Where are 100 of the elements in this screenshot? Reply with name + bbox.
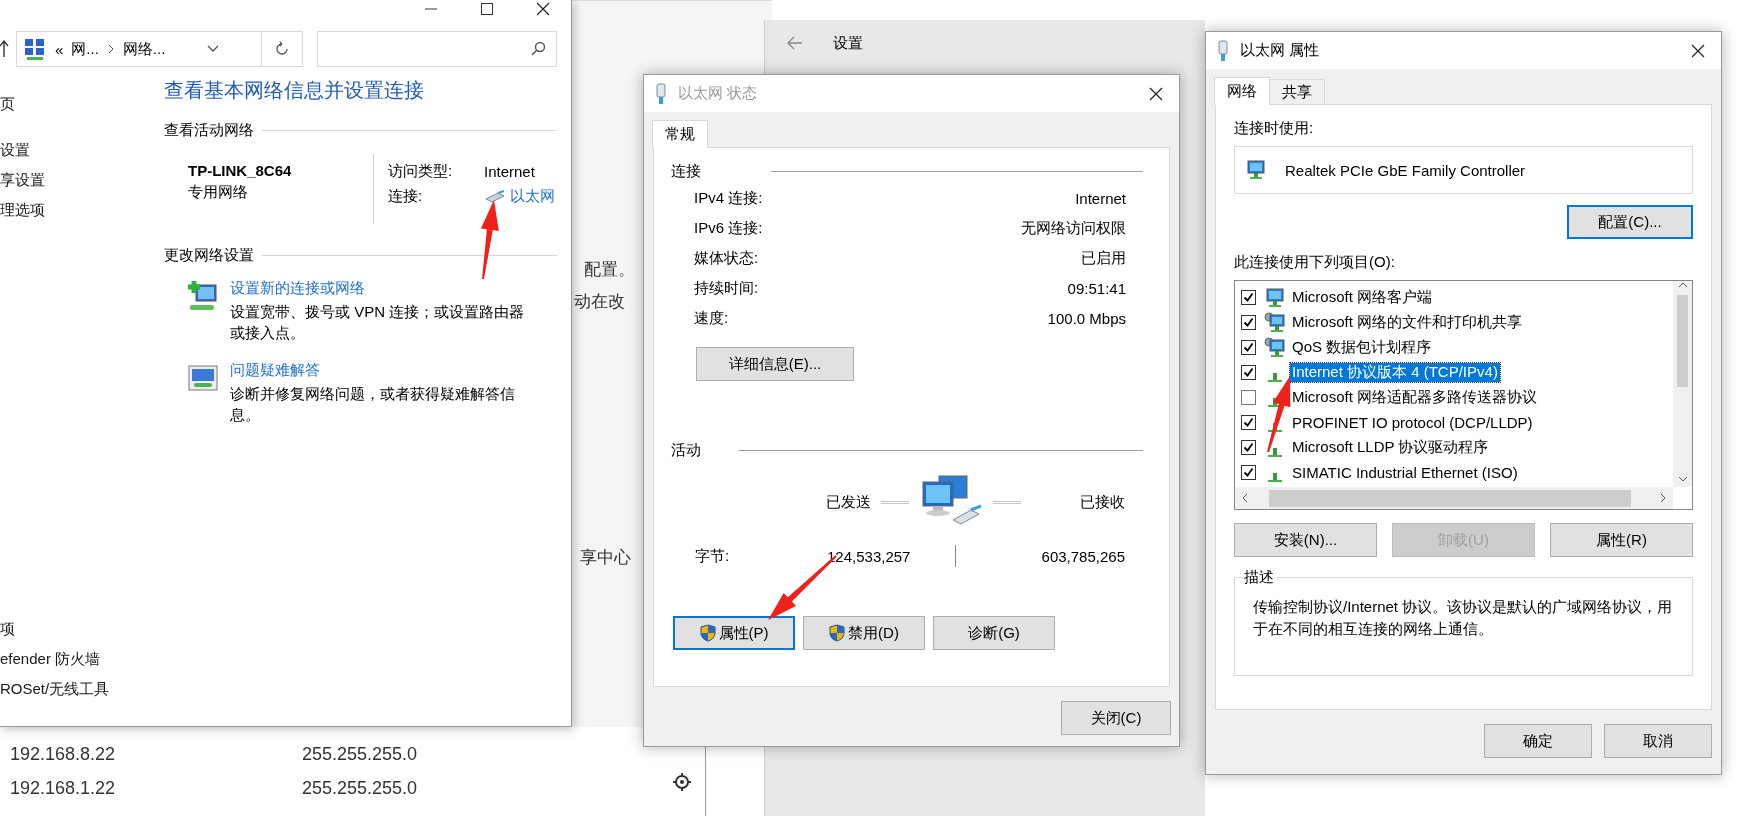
configure-button[interactable]: 配置(C)... xyxy=(1567,205,1693,239)
dialog-button[interactable]: 属性(P) xyxy=(673,616,795,650)
window-title: 以太网 状态 xyxy=(678,84,758,103)
chevron-right-icon xyxy=(106,43,115,55)
field-label: IPv6 连接: xyxy=(694,218,763,238)
horizontal-scrollbar[interactable] xyxy=(1235,487,1673,509)
task-description: 诊断并修复网络问题，或者获得疑难解答信息。 xyxy=(230,384,516,425)
checkbox[interactable] xyxy=(1241,440,1256,455)
field-value: 09:51:41 xyxy=(1067,279,1126,297)
field-label: 访问类型: xyxy=(388,162,454,181)
list-item[interactable]: Microsoft 网络客户端 xyxy=(1290,288,1434,307)
list-item[interactable]: PROFINET IO protocol (DCP/LLDP) xyxy=(1290,414,1535,431)
network-icon xyxy=(23,37,47,61)
ethernet-icon xyxy=(1216,39,1230,62)
sidebar-link[interactable]: 页 xyxy=(0,95,15,112)
checkbox[interactable] xyxy=(1241,340,1256,355)
list-item[interactable]: SIMATIC Industrial Ethernet (ISO) xyxy=(1290,464,1520,481)
list-item[interactable]: QoS 数据包计划程序 xyxy=(1290,338,1434,357)
adapter-icon xyxy=(1245,159,1267,181)
checkbox[interactable] xyxy=(1241,415,1256,430)
tab[interactable]: 常规 xyxy=(652,120,708,148)
close-icon[interactable] xyxy=(1149,86,1163,101)
search-icon xyxy=(530,41,546,57)
field-value: 已启用 xyxy=(1081,248,1126,268)
adapter-field: Realtek PCIe GbE Family Controller xyxy=(1234,146,1693,194)
checkbox[interactable] xyxy=(1241,315,1256,330)
table-cell: 192.168.8.22 xyxy=(10,743,116,765)
page-text: 配置。 xyxy=(584,259,635,281)
back-icon[interactable] xyxy=(787,36,803,50)
list-item[interactable]: Microsoft LLDP 协议驱动程序 xyxy=(1290,438,1491,457)
sidebar-link[interactable]: efender 防火墙 xyxy=(0,650,101,667)
dialog-button[interactable]: 禁用(D) xyxy=(803,616,925,650)
service-icon xyxy=(1264,311,1286,334)
list-item[interactable]: Microsoft 网络适配器多路传送器协议 xyxy=(1290,388,1539,407)
crosshair-icon[interactable] xyxy=(672,772,692,792)
field-label: 字节: xyxy=(695,546,730,564)
cancel-button[interactable]: 取消 xyxy=(1604,724,1712,758)
scroll-up-icon[interactable] xyxy=(1677,281,1688,289)
scroll-down-icon[interactable] xyxy=(1677,475,1688,483)
network-name: TP-LINK_8C64 xyxy=(188,162,292,179)
list-item[interactable]: Microsoft 网络的文件和打印机共享 xyxy=(1290,313,1524,332)
checkbox[interactable] xyxy=(1241,390,1256,405)
table-cell: 255.255.255.0 xyxy=(302,777,418,799)
field-label: 连接时使用: xyxy=(1234,119,1314,136)
field-value: 100.0 Mbps xyxy=(1047,309,1126,327)
connection-link[interactable]: 以太网 xyxy=(510,187,555,206)
received-label: 已接收 xyxy=(1080,492,1125,512)
maximize-icon[interactable] xyxy=(480,2,494,16)
field-label: 速度: xyxy=(694,308,729,328)
close-icon[interactable] xyxy=(1691,43,1705,58)
ok-button[interactable]: 确定 xyxy=(1484,724,1592,758)
field-label: 连接: xyxy=(388,187,424,206)
field-label: 持续时间: xyxy=(694,278,759,298)
scroll-right-icon[interactable] xyxy=(1659,493,1667,503)
sidebar-link[interactable]: 项 xyxy=(0,620,15,637)
vertical-scrollbar[interactable] xyxy=(1673,281,1692,487)
list-item[interactable]: Internet 协议版本 4 (TCP/IPv4) xyxy=(1290,363,1500,382)
sidebar-link[interactable]: 设置 xyxy=(0,141,30,158)
group-title: 描述 xyxy=(1241,567,1277,587)
section-title: 更改网络设置 xyxy=(164,246,254,265)
refresh-icon[interactable] xyxy=(274,41,290,57)
window-title: 以太网 属性 xyxy=(1240,41,1320,60)
close-button[interactable]: 关闭(C) xyxy=(1061,701,1171,735)
network-setup-icon xyxy=(186,279,220,313)
task-link[interactable]: 问题疑难解答 xyxy=(230,361,320,378)
tab[interactable]: 共享 xyxy=(1269,79,1325,104)
shield-icon xyxy=(829,624,846,642)
breadcrumb[interactable]: 网络... xyxy=(122,39,166,59)
field-label: 媒体状态: xyxy=(694,248,759,268)
checkbox[interactable] xyxy=(1241,365,1256,380)
page-text: 享中心 xyxy=(580,547,631,569)
sidebar-link[interactable]: 理选项 xyxy=(0,201,45,218)
dropdown-icon[interactable] xyxy=(207,45,220,53)
scroll-left-icon[interactable] xyxy=(1241,493,1249,503)
client-icon xyxy=(1264,286,1286,309)
field-value: 无网络访问权限 xyxy=(1021,218,1126,238)
checkbox[interactable] xyxy=(1241,290,1256,305)
window-title: 设置 xyxy=(833,33,863,53)
protocol-icon xyxy=(1268,448,1282,457)
address-bar[interactable]: « 网... 网络... xyxy=(16,31,303,67)
description-text: 传输控制协议/Internet 协议。该协议是默认的广域网络协议，用于在不同的相互连接的网络上通信。 xyxy=(1253,598,1673,637)
close-icon[interactable] xyxy=(536,2,550,16)
breadcrumb-overflow[interactable]: « xyxy=(55,40,64,58)
sent-label: 已发送 xyxy=(826,492,871,512)
dialog-button[interactable]: 安装(N)... xyxy=(1234,523,1377,557)
checkbox[interactable] xyxy=(1241,465,1256,480)
sidebar-link[interactable]: ROSet/无线工具 xyxy=(0,680,110,697)
network-category: 专用网络 xyxy=(188,183,248,200)
breadcrumb[interactable]: 网... xyxy=(71,39,99,59)
protocol-icon xyxy=(1268,473,1282,482)
dialog-button[interactable]: 属性(R) xyxy=(1550,523,1693,557)
details-button[interactable]: 详细信息(E)... xyxy=(696,347,854,381)
dialog-button[interactable]: 诊断(G) xyxy=(933,616,1055,650)
search-field[interactable] xyxy=(317,31,557,67)
task-link[interactable]: 设置新的连接或网络 xyxy=(230,279,365,296)
field-value: Internet xyxy=(484,163,536,180)
tab[interactable]: 网络 xyxy=(1214,77,1270,105)
sidebar-link[interactable]: 享设置 xyxy=(0,171,45,188)
group-title: 连接 xyxy=(671,162,701,181)
ethernet-icon xyxy=(484,189,506,204)
